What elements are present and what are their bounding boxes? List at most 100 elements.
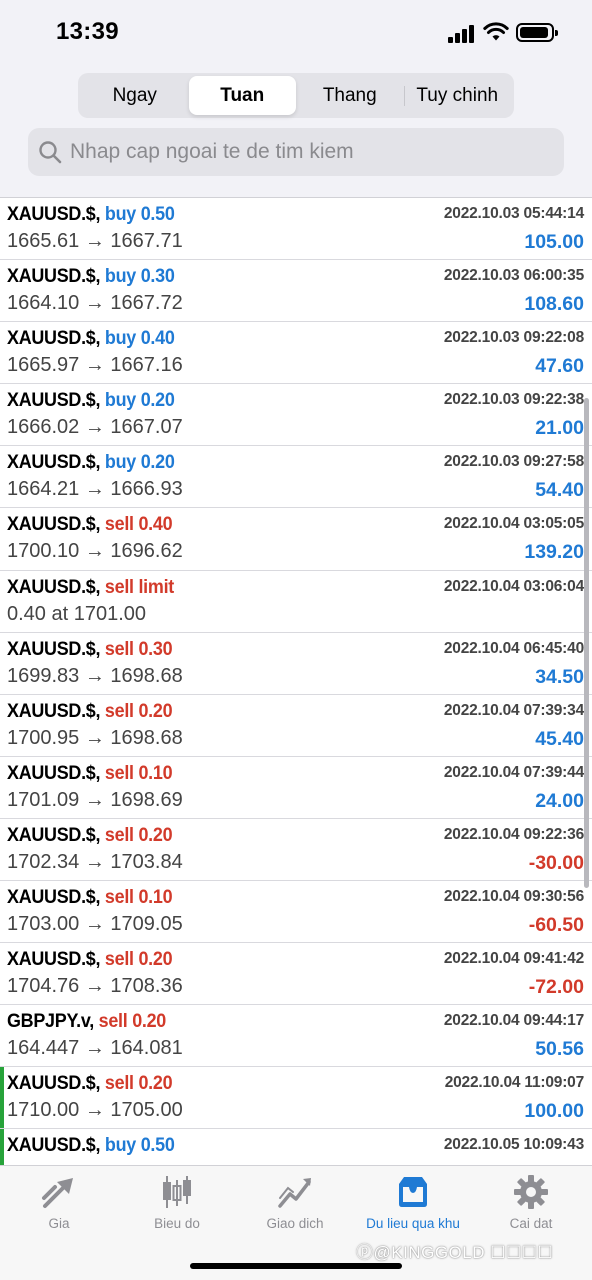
order-profit: 50.56 — [535, 1038, 584, 1061]
order-title: XAUUSD.$, buy 0.20 — [7, 451, 175, 474]
order-lots: 0.10 — [138, 886, 173, 909]
order-row[interactable]: XAUUSD.$, buy 0.50 2022.10.03 05:44:14 166… — [0, 198, 592, 261]
order-symbol: XAUUSD.$, — [7, 823, 101, 846]
order-prices: 0.40 at 1701.00 — [7, 602, 147, 625]
order-profit: -30.00 — [528, 851, 584, 874]
order-title: XAUUSD.$, sell 0.20 — [7, 823, 173, 847]
order-side: sell — [104, 886, 134, 909]
quotes-arrows-icon — [42, 1178, 73, 1208]
order-profit: 105.00 — [524, 231, 584, 253]
order-symbol: XAUUSD.$, — [7, 389, 101, 412]
order-lots: 0.20 — [138, 948, 173, 971]
order-time: 2022.10.04 07:39:34 — [443, 701, 584, 719]
order-row[interactable]: XAUUSD.$, sell 0.30 2022.10.04 06:45:40 16… — [0, 633, 592, 695]
scrollbar[interactable] — [584, 398, 589, 888]
order-time: 2022.10.04 03:06:04 — [443, 577, 584, 595]
order-prices: 1665.61 → 1667.71 — [7, 230, 183, 252]
order-row[interactable]: XAUUSD.$, sell 0.10 2022.10.04 09:30:56 17… — [0, 881, 592, 944]
order-row[interactable]: XAUUSD.$, sell 0.20 2022.10.04 11:09:07 17… — [0, 1067, 592, 1130]
watermark-text: ⓟ@KINGGOLD ☐☐☐☐ — [356, 1243, 554, 1262]
tab-bieu-do[interactable]: Bieu do — [118, 1166, 236, 1236]
order-row[interactable]: XAUUSD.$, sell 0.10 2022.10.04 07:39:44 17… — [0, 757, 592, 819]
order-profit: 47.60 — [535, 355, 584, 378]
order-lots: 0.20 — [140, 451, 175, 474]
order-side: sell — [104, 761, 134, 784]
order-row[interactable]: XAUUSD.$, sell 0.40 2022.10.04 03:05:05 17… — [0, 508, 592, 571]
order-title: XAUUSD.$, sell 0.30 — [7, 637, 173, 661]
order-symbol: XAUUSD.$, — [7, 948, 101, 971]
order-row[interactable]: XAUUSD.$, buy 0.30 2022.10.03 06:00:35 166… — [0, 260, 592, 323]
order-lots: 0.50 — [140, 203, 175, 225]
history-inbox-icon — [399, 1177, 427, 1207]
order-title: XAUUSD.$, buy 0.50 — [7, 1134, 175, 1157]
order-row[interactable]: GBPJPY.v, sell 0.20 2022.10.04 09:44:17 16… — [0, 1005, 592, 1068]
order-row[interactable]: XAUUSD.$, sell limit 2022.10.04 03:06:04 0… — [0, 571, 592, 633]
order-side: sell — [104, 575, 134, 598]
order-symbol: GBPJPY.v, — [7, 1010, 94, 1033]
order-symbol: XAUUSD.$, — [7, 1072, 101, 1095]
order-lots: 0.30 — [138, 637, 173, 660]
order-profit: 24.00 — [535, 789, 584, 812]
order-profit: 54.40 — [535, 479, 584, 502]
tab-cai-dat[interactable]: Cai dat — [472, 1166, 590, 1236]
tab-gia[interactable]: Gia — [0, 1166, 118, 1236]
order-symbol: XAUUSD.$, — [7, 203, 101, 225]
segment-divider — [403, 86, 405, 106]
order-symbol: XAUUSD.$, — [7, 637, 101, 660]
order-prices: 1700.10 → 1696.62 — [7, 540, 183, 563]
history-list: XAUUSD.$, buy 0.50 2022.10.03 05:44:14 166… — [0, 197, 592, 1165]
order-lots: 0.40 — [140, 327, 175, 350]
order-profit: 45.40 — [535, 727, 584, 750]
order-lots: 0.20 — [138, 1072, 173, 1095]
order-lots: 0.50 — [140, 1134, 175, 1157]
order-profit: -72.00 — [528, 976, 584, 999]
order-time: 2022.10.05 10:09:43 — [443, 1136, 584, 1154]
order-row[interactable]: XAUUSD.$, buy 0.20 2022.10.03 09:22:38 166… — [0, 384, 592, 447]
order-title: XAUUSD.$, sell 0.20 — [7, 948, 173, 971]
order-prices: 1665.97 → 1667.16 — [7, 354, 183, 377]
order-lots: 0.20 — [138, 699, 173, 722]
order-title: XAUUSD.$, sell 0.10 — [7, 761, 173, 785]
order-side: buy — [104, 265, 137, 288]
order-profit: 139.20 — [524, 541, 584, 564]
tab-giao-dich[interactable]: Giao dich — [236, 1166, 354, 1236]
segment-thang[interactable]: Thang — [296, 76, 404, 115]
gear-icon — [514, 1175, 548, 1209]
order-title: XAUUSD.$, buy 0.20 — [7, 389, 175, 412]
order-symbol: XAUUSD.$, — [7, 451, 101, 474]
order-prices: 1710.00 → 1705.00 — [7, 1099, 183, 1122]
order-lots: 0.20 — [132, 1010, 167, 1033]
order-row[interactable]: XAUUSD.$, sell 0.20 2022.10.04 07:39:34 17… — [0, 695, 592, 757]
search-input[interactable] — [70, 128, 550, 176]
order-prices: 1702.34 → 1703.84 — [7, 850, 183, 873]
order-row[interactable]: XAUUSD.$, buy 0.40 2022.10.03 09:22:08 166… — [0, 322, 592, 385]
order-prices: 1703.00 → 1709.05 — [7, 913, 183, 936]
order-side: buy — [104, 1134, 137, 1157]
status-bar: 13:39 — [0, 0, 592, 66]
order-row[interactable]: XAUUSD.$, buy 0.20 2022.10.03 09:27:58 166… — [0, 446, 592, 509]
tab-du-lieu-qua-khu[interactable]: Du lieu qua khu — [354, 1166, 472, 1236]
order-symbol: XAUUSD.$, — [7, 265, 101, 288]
segment-tuy-chinh-label: Tuy chinh — [416, 84, 499, 106]
period-segmented-control: Ngay Tuan Thang Tuy chinh — [78, 73, 514, 118]
segment-tuy-chinh[interactable]: Tuy chinh — [403, 76, 512, 115]
status-time: 13:39 — [56, 18, 119, 45]
segment-ngay[interactable]: Ngay — [81, 76, 189, 115]
order-row[interactable]: XAUUSD.$, sell 0.20 2022.10.04 09:41:42 17… — [0, 943, 592, 1006]
search-bar — [28, 128, 564, 176]
order-lots: 0.10 — [138, 761, 173, 784]
order-side: sell — [104, 513, 134, 536]
segment-tuan[interactable]: Tuan — [188, 76, 296, 115]
order-side: sell — [104, 1072, 134, 1095]
order-row[interactable]: XAUUSD.$, sell 0.20 2022.10.04 09:22:36 17… — [0, 819, 592, 882]
order-time: 2022.10.04 03:05:05 — [443, 515, 584, 533]
wifi-icon — [483, 22, 509, 41]
cellular-signal-icon — [448, 25, 476, 43]
order-symbol: XAUUSD.$, — [7, 699, 101, 722]
order-profit: 34.50 — [535, 665, 584, 688]
order-time: 2022.10.04 09:44:17 — [443, 1012, 584, 1030]
order-title: XAUUSD.$, sell 0.40 — [7, 513, 173, 536]
order-symbol: XAUUSD.$, — [7, 327, 101, 350]
order-title: XAUUSD.$, sell limit — [7, 576, 174, 599]
order-row[interactable]: XAUUSD.$, buy 0.50 2022.10.05 10:09:43 — [0, 1129, 592, 1165]
